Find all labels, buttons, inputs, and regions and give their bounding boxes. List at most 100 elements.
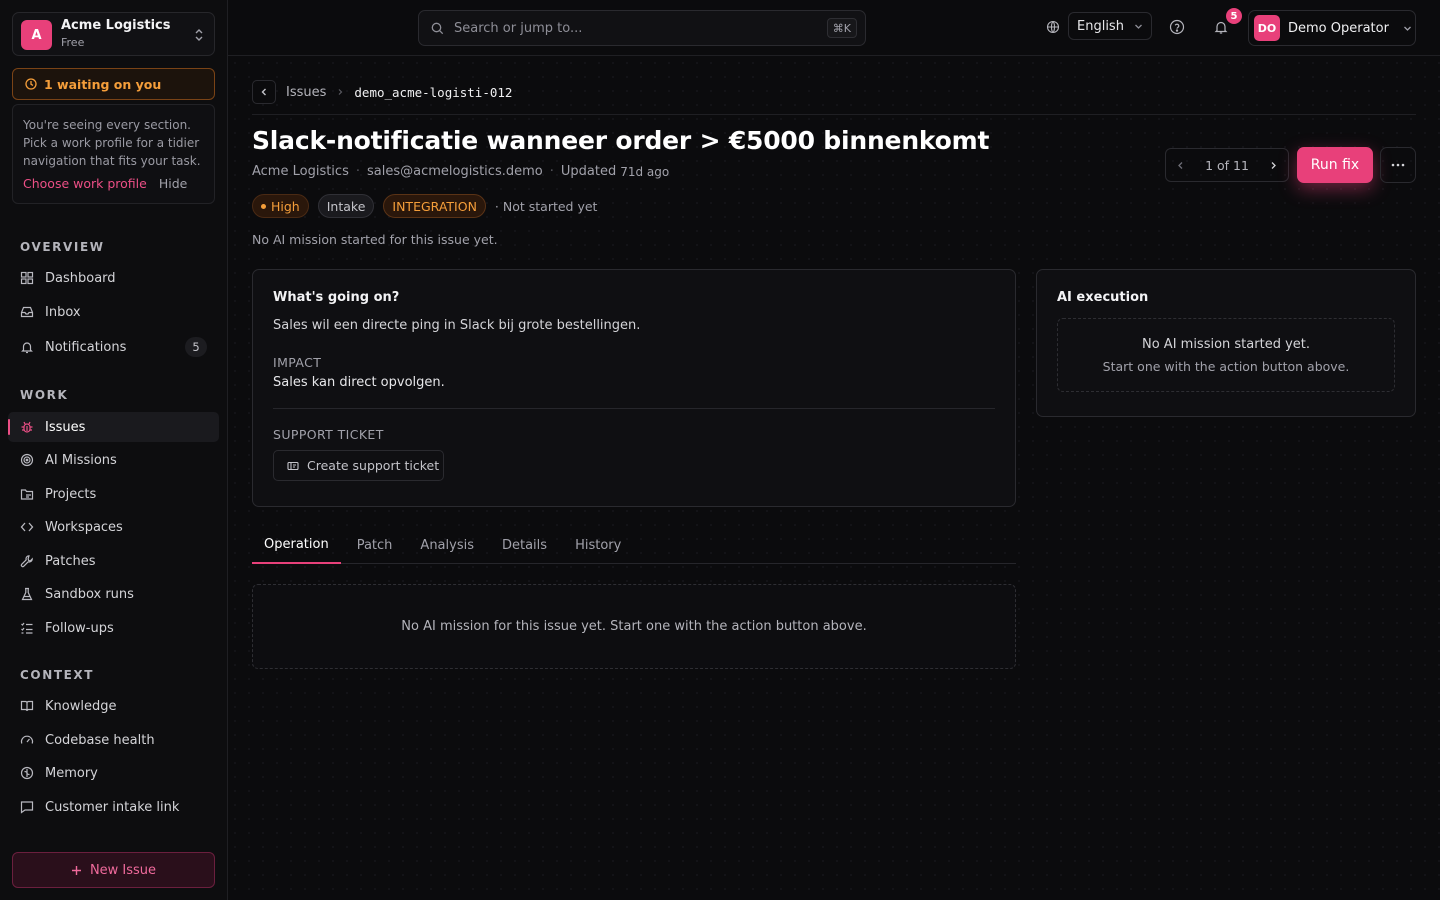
separator-dot: · (355, 164, 360, 179)
sidebar-item-sandbox-runs[interactable]: Sandbox runs (8, 579, 219, 609)
breadcrumb-current: demo_acme-logisti-012 (354, 84, 513, 100)
org-plan: Free (61, 36, 85, 49)
org-switcher[interactable]: A Acme Logistics Free (12, 12, 215, 56)
issue-detail: Issues demo_acme-logisti-012 Slack-notif… (228, 56, 1440, 900)
priority-dot (261, 203, 266, 209)
category-badge: INTEGRATION (383, 194, 486, 218)
sidebar-item-codebase-health[interactable]: Codebase health (8, 725, 219, 755)
empty-state-title: No AI mission started yet. (1141, 336, 1310, 352)
code-icon (20, 520, 34, 534)
brain-icon (20, 766, 34, 780)
sidebar-item-label: Issues (45, 419, 86, 435)
notifications-count-badge: 5 (1226, 8, 1242, 24)
choose-work-profile-link[interactable]: Choose work profile (23, 176, 147, 191)
breadcrumb: Issues demo_acme-logisti-012 (252, 80, 512, 104)
next-issue-button[interactable] (1269, 161, 1278, 170)
book-icon (20, 699, 34, 713)
status-text: · Not started yet (494, 198, 598, 214)
waiting-on-you-banner[interactable]: 1 waiting on you (12, 68, 215, 100)
sidebar-item-label: Knowledge (45, 698, 117, 714)
tab-operation[interactable]: Operation (252, 527, 341, 564)
search-input[interactable]: Search or jump to... ⌘K (418, 10, 866, 46)
sidebar-item-follow-ups[interactable]: Follow-ups (8, 613, 219, 643)
card-title: What's going on? (273, 290, 400, 305)
sidebar-item-label: AI Missions (45, 452, 117, 468)
sidebar-item-memory[interactable]: Memory (8, 758, 219, 788)
issue-customer: Acme Logistics (252, 164, 349, 179)
bell-icon (20, 340, 34, 354)
sidebar-item-projects[interactable]: Projects (8, 479, 219, 509)
user-avatar: DO (1254, 15, 1280, 41)
stage-badge: Intake (317, 194, 375, 218)
language-select[interactable]: English (1068, 12, 1152, 40)
hint-text: You're seeing every section. Pick a work… (23, 118, 201, 168)
issue-email[interactable]: sales@acmelogistics.demo (367, 164, 543, 179)
prev-issue-button[interactable] (1176, 161, 1185, 170)
user-menu[interactable]: DO Demo Operator (1248, 10, 1416, 46)
sidebar-item-inbox[interactable]: Inbox (8, 297, 219, 327)
clock-icon (25, 78, 37, 90)
sidebar-item-notifications[interactable]: Notifications 5 (8, 332, 219, 362)
org-avatar: A (21, 20, 52, 50)
list-check-icon (20, 621, 34, 635)
search-shortcut: ⌘K (826, 18, 857, 38)
sidebar-item-label: Follow-ups (45, 620, 114, 636)
back-button[interactable] (252, 80, 276, 104)
sidebar-item-label: Workspaces (45, 519, 123, 535)
bug-icon (20, 420, 34, 434)
create-support-ticket-button[interactable]: Create support ticket (273, 450, 444, 481)
ticket-icon (287, 461, 299, 471)
issue-meta: Acme Logistics · sales@acmelogistics.dem… (252, 164, 669, 179)
work-profile-hint: You're seeing every section. Pick a work… (12, 104, 215, 204)
card-title: AI execution (1057, 290, 1149, 305)
issue-title: Slack-notificatie wanneer order > €5000 … (252, 126, 990, 155)
empty-state-hint: Start one with the action button above. (1102, 358, 1350, 374)
sidebar: A Acme Logistics Free 1 waiting on you Y… (0, 0, 228, 900)
sidebar-item-issues[interactable]: Issues (8, 412, 219, 442)
hide-hint-button[interactable]: Hide (159, 176, 188, 191)
new-issue-label: New Issue (89, 862, 157, 878)
impact-text: Sales kan direct opvolgen. (273, 375, 445, 390)
sidebar-item-label: Notifications (45, 339, 127, 355)
separator-dot: · (549, 164, 554, 179)
user-name: Demo Operator (1288, 20, 1389, 36)
sidebar-item-workspaces[interactable]: Workspaces (8, 512, 219, 542)
flask-icon (20, 587, 34, 601)
section-context: CONTEXT (20, 668, 95, 682)
dashboard-icon (20, 271, 34, 285)
sidebar-item-label: Dashboard (45, 270, 116, 286)
ai-execution-card: AI execution No AI mission started yet. … (1036, 269, 1416, 417)
top-bar: Search or jump to... ⌘K English 5 DO Dem… (228, 0, 1440, 56)
help-icon[interactable] (1169, 19, 1185, 35)
inbox-icon (20, 305, 34, 319)
issue-tabs: Operation Patch Analysis Details History (252, 527, 1016, 564)
more-actions-button[interactable] (1380, 147, 1416, 183)
issue-updated-value: 71d ago (620, 164, 670, 179)
ai-execution-empty-state: No AI mission started yet. Start one wit… (1057, 318, 1395, 392)
tab-analysis[interactable]: Analysis (408, 527, 486, 564)
search-icon (431, 22, 444, 35)
chevron-down-icon (1403, 24, 1412, 33)
sidebar-item-patches[interactable]: Patches (8, 546, 219, 576)
new-issue-button[interactable]: New Issue (12, 852, 215, 888)
issue-pager: 1 of 11 (1165, 148, 1289, 182)
message-icon (20, 800, 34, 814)
sidebar-item-customer-intake-link[interactable]: Customer intake link (8, 792, 219, 822)
sidebar-item-label: Projects (45, 486, 97, 502)
tab-history[interactable]: History (563, 527, 633, 564)
tab-patch[interactable]: Patch (345, 527, 405, 564)
run-fix-button[interactable]: Run fix (1297, 147, 1373, 183)
notifications-bell-icon[interactable] (1213, 19, 1229, 35)
header-divider (252, 114, 1416, 115)
tab-details[interactable]: Details (490, 527, 559, 564)
card-divider (273, 408, 995, 409)
chevron-right-icon (336, 88, 344, 96)
sidebar-item-label: Patches (45, 553, 96, 569)
sidebar-item-knowledge[interactable]: Knowledge (8, 691, 219, 721)
breadcrumb-issues-link[interactable]: Issues (286, 85, 326, 100)
sidebar-item-ai-missions[interactable]: AI Missions (8, 445, 219, 475)
operation-empty-state: No AI mission for this issue yet. Start … (252, 584, 1016, 669)
ticket-button-label: Create support ticket (307, 458, 440, 473)
sidebar-item-dashboard[interactable]: Dashboard (8, 263, 219, 293)
waiting-text: 1 waiting on you (44, 76, 162, 92)
